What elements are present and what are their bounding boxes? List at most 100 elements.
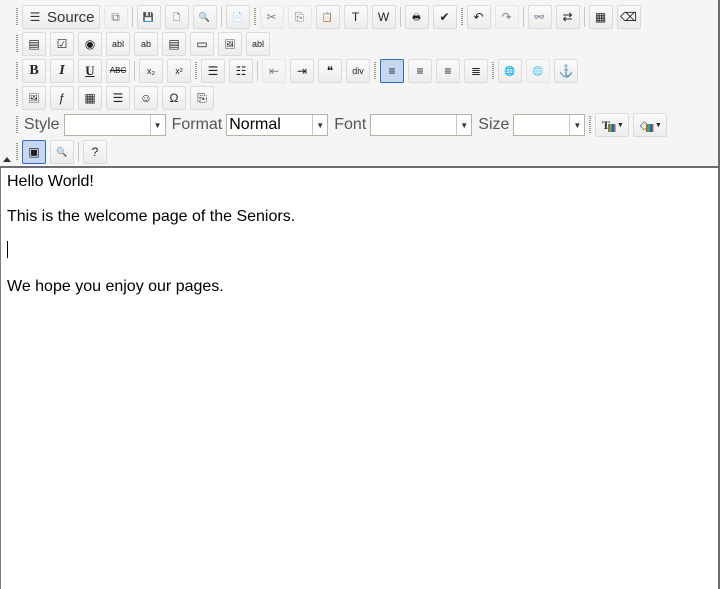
- outdent-icon: ⇤: [268, 64, 280, 78]
- style-dropdown[interactable]: ▼: [63, 114, 166, 136]
- paste-button[interactable]: 📋: [315, 5, 340, 29]
- toolbar-grip[interactable]: [589, 116, 592, 134]
- table-icon: ▦: [84, 91, 96, 105]
- cut-button[interactable]: ✂: [259, 5, 284, 29]
- size-dropdown[interactable]: ▼: [513, 114, 586, 136]
- hidden-field-button[interactable]: abl: [246, 32, 270, 56]
- textarea-button[interactable]: ab: [134, 32, 158, 56]
- toolbar-grip[interactable]: [374, 62, 376, 80]
- text-field-button[interactable]: abl: [106, 32, 130, 56]
- superscript-button[interactable]: x²: [167, 59, 191, 83]
- smiley-button[interactable]: ☺: [134, 86, 158, 110]
- format-dropdown[interactable]: Normal ▼: [226, 114, 329, 136]
- unlink-button[interactable]: 🌐: [526, 59, 550, 83]
- paragraph[interactable]: We hope you enjoy our pages.: [7, 277, 224, 297]
- scissors-icon: ✂: [266, 10, 277, 24]
- toolbar-grip[interactable]: [253, 8, 256, 26]
- horizontal-rule-button[interactable]: ☰: [106, 86, 130, 110]
- form-button-button[interactable]: ▭: [190, 32, 214, 56]
- anchor-button[interactable]: ⚓: [554, 59, 578, 83]
- find-button[interactable]: 👓: [527, 5, 552, 29]
- chevron-down-icon[interactable]: ▼: [149, 115, 165, 135]
- new-page-button[interactable]: 🗋: [164, 5, 189, 29]
- chevron-down-icon[interactable]: ▼: [312, 115, 327, 135]
- toolbar-row-2: ▤ ☑ ◉ abl ab ▤ ▭ 🖼 abl: [16, 31, 274, 57]
- form-icon: ▤: [28, 37, 40, 51]
- text-color-button[interactable]: T ▼: [595, 113, 630, 137]
- underline-button[interactable]: U: [78, 59, 102, 83]
- save-button[interactable]: 💾: [136, 5, 161, 29]
- table-button[interactable]: ▦: [78, 86, 102, 110]
- paste-word-button[interactable]: W: [371, 5, 396, 29]
- spellcheck-button[interactable]: ✔: [432, 5, 457, 29]
- image-button[interactable]: 🖼: [22, 86, 46, 110]
- flash-button[interactable]: ƒ: [50, 86, 74, 110]
- form-button[interactable]: ▤: [22, 32, 46, 56]
- align-center-button[interactable]: ≡: [408, 59, 432, 83]
- toolbar-grip[interactable]: [16, 89, 18, 107]
- checkbox-icon: ☑: [56, 37, 68, 51]
- print-button[interactable]: 🖶: [404, 5, 429, 29]
- toolbar-grip[interactable]: [16, 35, 18, 53]
- undo-button[interactable]: ↶: [466, 5, 491, 29]
- align-right-button[interactable]: ≡: [436, 59, 460, 83]
- create-div-button[interactable]: div: [346, 59, 370, 83]
- about-button[interactable]: ?: [83, 140, 107, 164]
- outdent-button[interactable]: ⇤: [262, 59, 286, 83]
- redo-button[interactable]: ↷: [494, 5, 519, 29]
- page-break-button[interactable]: ⎘: [190, 86, 214, 110]
- bulleted-list-button[interactable]: ☷: [229, 59, 253, 83]
- radio-icon: ◉: [84, 37, 96, 51]
- italic-button[interactable]: I: [50, 59, 74, 83]
- show-blocks-button[interactable]: 🔍: [50, 140, 74, 164]
- indent-button[interactable]: ⇥: [290, 59, 314, 83]
- toolbar-grip[interactable]: [16, 143, 18, 161]
- paragraph[interactable]: This is the welcome page of the Seniors.: [7, 207, 295, 227]
- numbered-list-button[interactable]: ☰: [201, 59, 225, 83]
- subscript-button[interactable]: x₂: [139, 59, 163, 83]
- paste-text-button[interactable]: T: [343, 5, 368, 29]
- toolbar-separator: [522, 7, 524, 27]
- toolbar-grip[interactable]: [492, 62, 494, 80]
- toolbar-grip[interactable]: [195, 62, 197, 80]
- flash-icon: ƒ: [58, 91, 66, 105]
- bold-icon: B: [29, 63, 39, 78]
- source-button[interactable]: ☰ Source: [22, 5, 100, 29]
- toolbar-grip[interactable]: [460, 8, 463, 26]
- blockquote-button[interactable]: ❝: [318, 59, 342, 83]
- special-char-button[interactable]: Ω: [162, 86, 186, 110]
- link-button[interactable]: 🌐: [498, 59, 522, 83]
- templates-button[interactable]: ⧉: [103, 5, 128, 29]
- background-color-button[interactable]: ◇ ▼: [633, 113, 668, 137]
- toolbar-row-5: Style ▼ Format Normal ▼ Font ▼ Size ▼ T …: [16, 112, 671, 138]
- remove-format-button[interactable]: ⌫: [616, 5, 641, 29]
- justify-button[interactable]: ≣: [464, 59, 488, 83]
- toolbar-grip[interactable]: [16, 116, 18, 134]
- image-button-button[interactable]: 🖼: [218, 32, 242, 56]
- bold-button[interactable]: B: [22, 59, 46, 83]
- chevron-down-icon[interactable]: ▼: [569, 115, 584, 135]
- toolbar-grip[interactable]: [16, 8, 18, 26]
- paragraph[interactable]: Hello World!: [7, 172, 94, 192]
- collapse-toolbar-icon[interactable]: [3, 157, 11, 162]
- align-left-button[interactable]: ≡: [380, 59, 404, 83]
- strikethrough-icon: ABC: [109, 66, 127, 75]
- replace-button[interactable]: ⇄: [555, 5, 580, 29]
- text-cursor: [7, 241, 8, 258]
- copy-button[interactable]: ⎘: [287, 5, 312, 29]
- toolbar-grip[interactable]: [16, 62, 18, 80]
- numbered-list-icon: ☰: [207, 64, 219, 78]
- select-all-button[interactable]: ▦: [588, 5, 613, 29]
- select-field-button[interactable]: ▤: [162, 32, 186, 56]
- font-dropdown[interactable]: ▼: [370, 114, 473, 136]
- select-all-icon: ▦: [594, 10, 607, 24]
- style-value: [65, 115, 150, 135]
- new-page-icon: 🗋: [172, 12, 181, 22]
- radio-button[interactable]: ◉: [78, 32, 102, 56]
- maximize-button[interactable]: ▣: [22, 140, 46, 164]
- document-properties-button[interactable]: 📄: [225, 5, 250, 29]
- preview-button[interactable]: 🔍: [192, 5, 217, 29]
- chevron-down-icon[interactable]: ▼: [456, 115, 471, 135]
- strikethrough-button[interactable]: ABC: [106, 59, 130, 83]
- checkbox-button[interactable]: ☑: [50, 32, 74, 56]
